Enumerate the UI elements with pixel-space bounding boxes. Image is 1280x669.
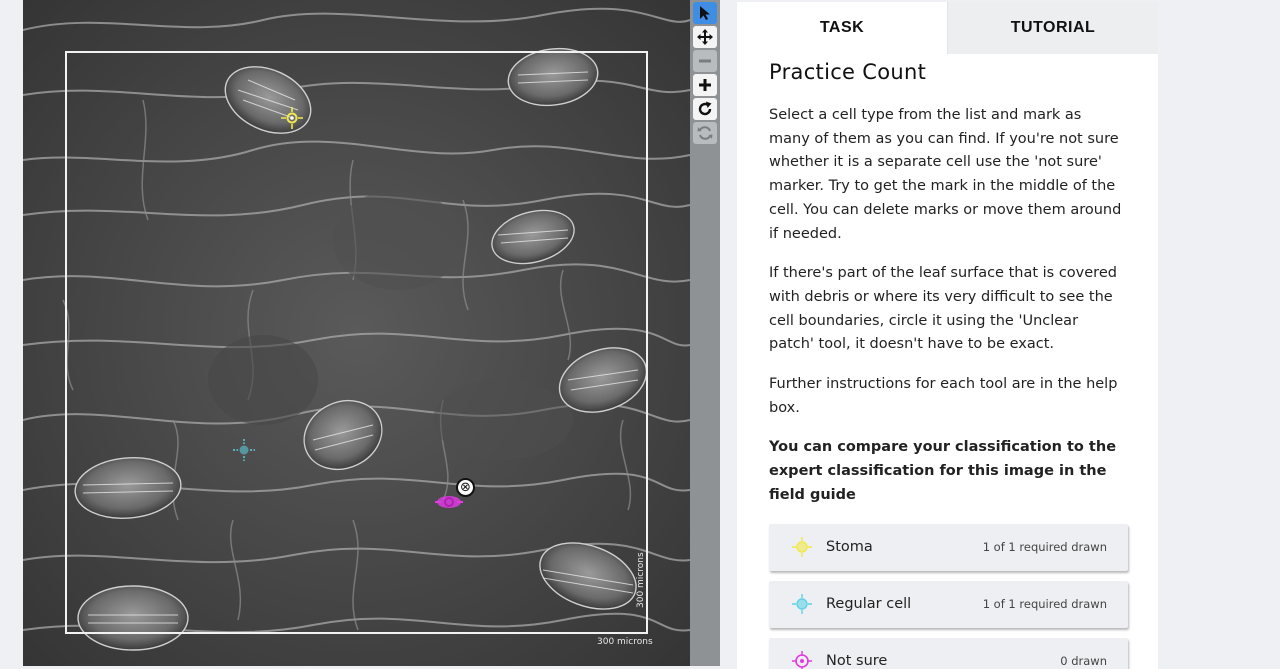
tool-choice-label: Not sure [826, 653, 888, 669]
task-content: Practice Count Select a cell type from t… [737, 54, 1158, 669]
move-tool-button[interactable] [693, 26, 717, 48]
tab-task[interactable]: TASK [737, 2, 947, 54]
tool-choice-label: Regular cell [826, 596, 912, 613]
pointer-tool-button[interactable] [693, 2, 717, 24]
panel-tabs: TASK TUTORIAL [737, 2, 1158, 54]
zoom-in-icon [699, 79, 711, 91]
instructions-paragraph-2: If there's part of the leaf surface that… [769, 265, 1117, 353]
stoma-mark[interactable] [278, 104, 306, 132]
rotate-button[interactable] [693, 98, 717, 120]
classifier-page: 300 microns 300 microns ⊗ TASK TUTORIAL … [0, 0, 1280, 669]
reset-icon [697, 126, 713, 140]
tool-choice-count: 1 of 1 required drawn [982, 540, 1107, 555]
field-guide-note: You can compare your classification to t… [769, 439, 1117, 503]
scale-bar-x-label: 300 microns [597, 637, 653, 647]
tool-choice-count: 0 drawn [1060, 654, 1107, 669]
tool-choice-regular-cell[interactable]: Regular cell 1 of 1 required drawn [769, 580, 1128, 628]
zoom-out-button[interactable] [693, 50, 717, 72]
zoom-in-button[interactable] [693, 74, 717, 96]
crosshair-icon [792, 650, 812, 669]
tool-choice-stoma[interactable]: Stoma 1 of 1 required drawn [769, 523, 1128, 571]
viewer-toolbar [690, 0, 720, 666]
delete-mark-button[interactable]: ⊗ [456, 478, 475, 497]
subject-boundary-frame [65, 51, 648, 634]
crosshair-icon [792, 536, 812, 557]
reset-button[interactable] [693, 122, 717, 144]
task-panel: TASK TUTORIAL Practice Count Select a ce… [737, 2, 1158, 669]
crosshair-icon [792, 593, 812, 614]
instructions-paragraph-3: Further instructions for each tool are i… [769, 376, 1118, 416]
regular-cell-mark[interactable] [230, 436, 258, 464]
tool-choice-count: 1 of 1 required drawn [982, 597, 1107, 612]
tab-tutorial[interactable]: TUTORIAL [947, 2, 1158, 54]
zoom-out-icon [699, 59, 711, 63]
instructions-paragraph-1: Select a cell type from the list and mar… [769, 107, 1122, 242]
pointer-icon [700, 6, 710, 20]
task-heading: Practice Count [769, 60, 927, 84]
rotate-icon [698, 101, 712, 116]
tool-choice-not-sure[interactable]: Not sure 0 drawn [769, 637, 1128, 669]
image-viewer[interactable]: 300 microns 300 microns ⊗ [23, 0, 690, 666]
scale-bar-y-label: 300 microns [636, 552, 646, 608]
tool-choice-label: Stoma [826, 539, 873, 556]
move-icon [697, 29, 713, 45]
